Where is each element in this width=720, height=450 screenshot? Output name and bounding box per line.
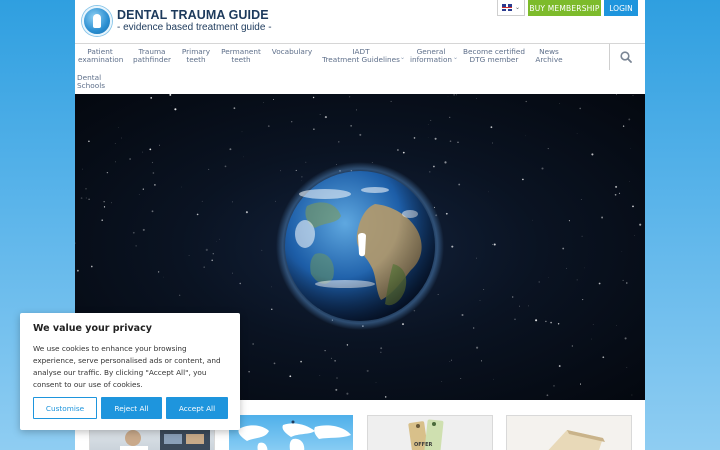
language-selector[interactable]: ⌄ bbox=[497, 0, 525, 16]
buy-membership-button[interactable]: BUY MEMBERSHIP bbox=[528, 0, 601, 16]
uk-flag-icon bbox=[501, 4, 512, 11]
book-image bbox=[548, 430, 605, 450]
cookie-title: We value your privacy bbox=[33, 323, 152, 334]
customise-button[interactable]: Customise bbox=[33, 397, 97, 419]
chevron-down-icon: ⌄ bbox=[453, 54, 459, 61]
cookie-consent-dialog: We value your privacy We use cookies to … bbox=[20, 313, 240, 430]
nav-divider bbox=[609, 44, 610, 70]
search-icon[interactable] bbox=[620, 51, 632, 63]
nav-item-news-archive[interactable]: News Archive bbox=[532, 48, 566, 64]
site-header: DENTAL TRAUMA GUIDE - evidence based tre… bbox=[75, 0, 645, 44]
reject-all-button[interactable]: Reject All bbox=[101, 397, 162, 419]
login-button[interactable]: LOGIN bbox=[604, 0, 638, 16]
chevron-down-icon: ⌄ bbox=[400, 54, 406, 61]
nav-item-iadt-guidelines[interactable]: IADT Treatment Guidelines bbox=[321, 48, 401, 64]
nav-item-primary-teeth[interactable]: Primary teeth bbox=[179, 48, 213, 64]
offer-tag-text: OFFER bbox=[414, 442, 432, 448]
nav-item-permanent-teeth[interactable]: Permanent teeth bbox=[218, 48, 264, 64]
card-offer[interactable]: OFFER bbox=[367, 415, 493, 450]
nav-item-patient-examination[interactable]: Patient examination bbox=[78, 48, 123, 64]
cookie-text: We use cookies to enhance your browsing … bbox=[33, 344, 221, 389]
main-nav: Patient examination Trauma pathfinder Pr… bbox=[75, 43, 645, 94]
nav-item-trauma-pathfinder[interactable]: Trauma pathfinder bbox=[130, 48, 174, 64]
accept-all-button[interactable]: Accept All bbox=[166, 397, 228, 419]
logo-title: DENTAL TRAUMA GUIDE bbox=[117, 7, 269, 22]
nav-item-dental-schools[interactable]: Dental Schools bbox=[77, 74, 107, 90]
nav-item-general-information[interactable]: General information bbox=[408, 48, 454, 64]
logo-subtitle: - evidence based treatment guide - bbox=[117, 22, 272, 34]
nav-item-vocabulary[interactable]: Vocabulary bbox=[270, 48, 314, 56]
tooth-globe-icon bbox=[82, 6, 112, 36]
chevron-down-icon: ⌄ bbox=[514, 4, 521, 11]
nav-item-become-certified[interactable]: Become certified DTG member bbox=[461, 48, 527, 64]
tooth-icon bbox=[358, 233, 366, 257]
card-book[interactable] bbox=[506, 415, 632, 450]
offer-tag-image: OFFER bbox=[408, 419, 444, 450]
world-map-image bbox=[238, 420, 351, 450]
cookie-buttons: Customise Reject All Accept All bbox=[33, 397, 228, 419]
card-world-map[interactable] bbox=[229, 415, 353, 450]
site-logo[interactable]: DENTAL TRAUMA GUIDE - evidence based tre… bbox=[82, 6, 272, 36]
